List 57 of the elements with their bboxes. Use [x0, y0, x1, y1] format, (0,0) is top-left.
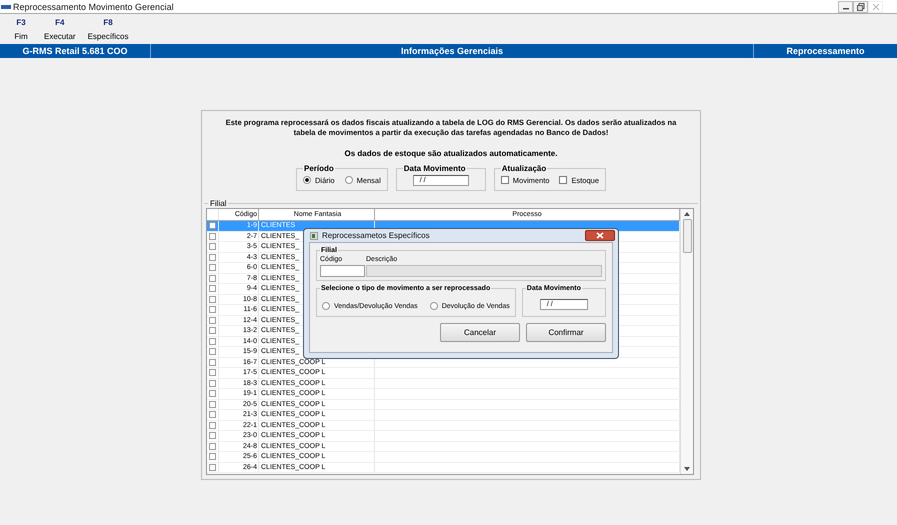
checkbox[interactable]	[209, 296, 216, 303]
checkbox[interactable]	[500, 176, 509, 184]
checkbox[interactable]	[209, 422, 216, 429]
checkbox[interactable]	[209, 222, 216, 230]
checkbox[interactable]	[209, 453, 216, 460]
radio-button[interactable]	[344, 176, 353, 184]
checkbox[interactable]	[209, 348, 216, 356]
checkbox[interactable]	[209, 369, 216, 376]
checkbox[interactable]	[209, 285, 216, 292]
scroll-down-icon[interactable]	[684, 467, 690, 471]
radio-button[interactable]	[430, 302, 438, 310]
group-label: Atualização	[500, 164, 548, 173]
checkbox[interactable]	[209, 338, 216, 345]
section-label: Informações Gerenciais	[151, 44, 754, 58]
checkbox[interactable]	[209, 316, 216, 324]
group-label: Filial	[209, 199, 228, 208]
checkbox[interactable]	[209, 400, 216, 408]
checkbox[interactable]	[209, 432, 216, 440]
code-field[interactable]	[320, 265, 365, 277]
scrollbar[interactable]	[680, 209, 693, 474]
group-label: Data Movimento	[402, 164, 467, 173]
checkbox[interactable]	[209, 243, 216, 250]
group-label: Período	[303, 164, 335, 173]
checkbox[interactable]	[209, 274, 216, 282]
checkbox[interactable]	[209, 264, 216, 272]
app-icon	[1, 4, 11, 10]
close-icon	[596, 232, 604, 239]
toolbar-button[interactable]: F4 Executar	[40, 18, 80, 40]
checkbox[interactable]	[209, 380, 216, 387]
checkbox[interactable]	[209, 358, 216, 366]
checkbox[interactable]	[209, 232, 216, 240]
restore-icon	[856, 2, 864, 10]
checkbox[interactable]	[209, 464, 216, 471]
restore-button[interactable]	[853, 0, 868, 12]
close-icon	[872, 2, 880, 10]
radio-button[interactable]	[303, 176, 311, 184]
radio-button[interactable]	[322, 302, 330, 310]
window-icon	[310, 232, 318, 240]
toolbar-button[interactable]: F3 Fim	[6, 18, 36, 40]
checkbox[interactable]	[209, 442, 216, 450]
checkbox[interactable]	[209, 306, 216, 314]
checkbox[interactable]	[209, 411, 216, 418]
dialog-button[interactable]: Cancelar	[440, 323, 520, 342]
module-label: Reprocessamento	[785, 45, 866, 58]
close-button[interactable]	[585, 230, 615, 241]
checkbox[interactable]	[209, 254, 216, 261]
scroll-thumb[interactable]	[682, 219, 692, 253]
window-title: Reprocessamento Movimento Gerencial	[13, 2, 174, 12]
toolbar-button[interactable]: F8 Específicos	[84, 18, 132, 40]
scroll-up-icon[interactable]	[684, 212, 690, 216]
checkbox[interactable]	[209, 327, 216, 334]
dialog-button[interactable]: Confirmar	[526, 323, 606, 342]
checkbox[interactable]	[209, 390, 216, 398]
product-label: G-RMS Retail 5.681 COO	[0, 44, 151, 58]
note-text: Os dados de estoque são atualizados automaticamente.	[344, 149, 558, 158]
minimize-button[interactable]	[838, 0, 853, 12]
checkbox[interactable]	[559, 176, 568, 184]
